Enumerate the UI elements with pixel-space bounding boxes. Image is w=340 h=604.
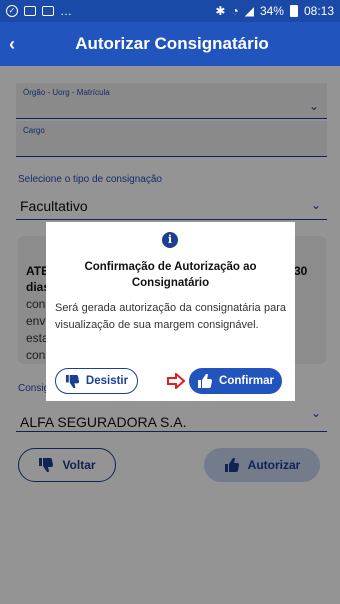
status-left-icons: ✓ …: [6, 4, 72, 18]
dialog-title: Confirmação de Autorização ao Consignatá…: [84, 261, 257, 289]
info-icon: i: [162, 232, 178, 248]
signal-icon: ◢: [244, 4, 254, 18]
desistir-button[interactable]: Desistir: [55, 368, 138, 394]
confirmar-button[interactable]: Confirmar: [189, 368, 282, 394]
chevron-left-icon[interactable]: ‹: [0, 34, 24, 55]
page-title: Autorizar Consignatário: [75, 34, 269, 53]
check-circle-icon: ✓: [6, 5, 18, 17]
more-icon: …: [60, 4, 72, 18]
confirmar-label: Confirmar: [219, 375, 274, 387]
battery-icon: [289, 5, 298, 17]
wifi-icon: ◔: [231, 4, 239, 18]
mail-icon: [42, 6, 54, 16]
clock: 08:13: [303, 4, 334, 18]
confirmation-dialog: i Confirmação de Autorização ao Consigna…: [46, 222, 295, 401]
dialog-message: Será gerada autorização da consignatária…: [55, 302, 286, 331]
thumbs-up-icon: [198, 374, 213, 388]
status-bar: ✓ … ✱ ◔ ◢ 34% 08:13: [0, 0, 340, 22]
desistir-label: Desistir: [85, 375, 129, 387]
app-bar: ‹ Autorizar Consignatário: [0, 22, 340, 66]
bluetooth-icon: ✱: [215, 4, 226, 18]
arrow-right-icon: [167, 373, 185, 389]
calendar-icon: [24, 6, 36, 16]
thumbs-down-icon: [65, 374, 79, 388]
status-right: ✱ ◔ ◢ 34% 08:13: [215, 4, 334, 18]
battery-percent: 34%: [259, 4, 284, 18]
